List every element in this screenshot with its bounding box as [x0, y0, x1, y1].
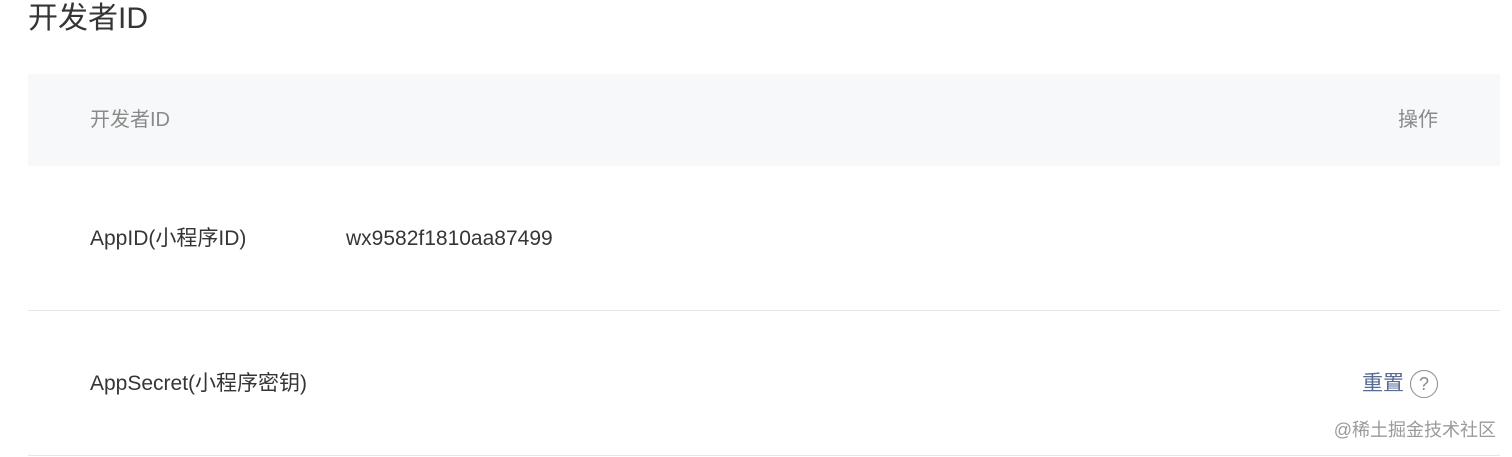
column-header-action: 操作 [1398, 74, 1438, 166]
watermark: @稀土掘金技术社区 [1334, 416, 1496, 442]
column-header-developer-id: 开发者ID [90, 74, 170, 166]
table-row-appid: AppID(小程序ID) wx9582f1810aa87499 [28, 166, 1500, 311]
appid-label: AppID(小程序ID) [90, 166, 246, 312]
developer-id-table: 开发者ID 操作 AppID(小程序ID) wx9582f1810aa87499… [28, 74, 1500, 456]
table-row-appsecret: AppSecret(小程序密钥) 重置 ? [28, 311, 1500, 456]
appsecret-label: AppSecret(小程序密钥) [90, 311, 307, 457]
table-header: 开发者ID 操作 [28, 74, 1500, 166]
question-circle-icon[interactable]: ? [1410, 370, 1438, 398]
appid-value: wx9582f1810aa87499 [346, 166, 553, 312]
page-title: 开发者ID [28, 0, 148, 38]
